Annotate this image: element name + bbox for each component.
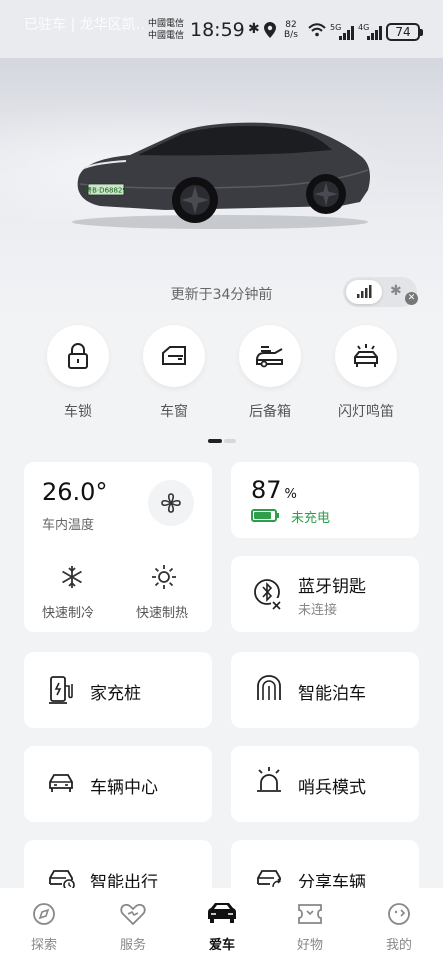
sun-icon [152, 565, 176, 589]
window-icon [162, 346, 186, 365]
bluetooth-icon: ✱ [248, 21, 260, 37]
charging-status: 未充电 [291, 511, 331, 526]
quick-cool-button[interactable] [59, 564, 85, 594]
quick-action-window[interactable]: 车窗 [134, 325, 214, 421]
tab-service[interactable]: 服务 [103, 900, 163, 953]
quick-heat-label: 快速制热 [136, 606, 189, 621]
wifi-icon [308, 23, 326, 37]
feature-sentry-mode[interactable]: 哨兵模式 [231, 746, 419, 822]
bluetooth-disconnected-icon: ✕ [405, 292, 418, 305]
smart-parking-icon [257, 675, 281, 700]
explore-icon [33, 903, 55, 925]
signal-strength-2-icon [367, 26, 382, 40]
signal-icon [357, 285, 372, 298]
pager-dot [224, 439, 236, 443]
snowflake-icon [62, 566, 82, 588]
vehicle-center-icon [49, 774, 73, 792]
trunk-icon [256, 346, 283, 368]
service-icon [120, 903, 146, 926]
profile-icon [388, 903, 410, 925]
phone-battery: 74 [386, 23, 423, 41]
quick-actions: 车锁 车窗 后备箱 闪灯鸣笛 [0, 325, 443, 445]
tab-my-car[interactable]: 爱车 [192, 900, 252, 953]
vehicle-image[interactable]: 粤B·D68829 [70, 110, 375, 230]
battery-level-fill [254, 512, 271, 519]
cellular-option[interactable] [346, 280, 382, 304]
feature-home-charger[interactable]: 家充桩 [24, 652, 212, 728]
bluetooth-key-icon [254, 579, 283, 610]
home-charger-icon [49, 676, 73, 704]
status-time: 18:59 [190, 19, 245, 41]
tab-profile[interactable]: 我的 [369, 900, 429, 953]
flash-horn-icon [354, 344, 378, 367]
status-bar: 已驻车 | 龙华区凯… 中國電信 中國電信 18:59 ✱ 82 B/s 5G … [0, 0, 443, 62]
quick-action-lock[interactable]: 车锁 [38, 325, 118, 421]
battery-card[interactable]: 87% 未充电 [231, 462, 419, 538]
feature-smart-parking[interactable]: 智能泊车 [231, 652, 419, 728]
quick-action-flash-horn[interactable]: 闪灯鸣笛 [326, 325, 406, 421]
battery-percent: 87% [251, 476, 297, 504]
bluetooth-key-card[interactable]: 蓝牙钥匙 未连接 [231, 556, 419, 632]
quick-action-trunk[interactable]: 后备箱 [230, 325, 310, 421]
carrier-labels: 中國電信 中國電信 [148, 19, 185, 41]
cabin-temperature-label: 车内温度 [42, 518, 95, 533]
sentry-mode-icon [257, 767, 281, 792]
network-speed: 82 B/s [284, 20, 298, 40]
feature-vehicle-center[interactable]: 车辆中心 [24, 746, 212, 822]
quick-actions-pager [208, 439, 236, 443]
shop-icon [298, 904, 322, 924]
license-plate: 粤B·D68829 [85, 186, 127, 195]
pager-dot-active [208, 439, 222, 443]
battery-level-icon [251, 509, 279, 522]
bottom-tab-bar: 探索 服务 爱车 好物 我的 [0, 888, 443, 960]
bluetooth-key-status: 未连接 [298, 603, 338, 618]
climate-toggle-button[interactable] [148, 480, 194, 526]
tab-shop[interactable]: 好物 [280, 900, 340, 953]
quick-cool-label: 快速制冷 [42, 606, 95, 621]
cabin-temperature: 26.0° [42, 478, 108, 506]
parking-location-text: 已驻车 | 龙华区凯… [24, 17, 144, 33]
bluetooth-option-icon[interactable]: ✱ [390, 283, 402, 299]
connection-mode-toggle[interactable]: ✱ ✕ [343, 277, 418, 307]
tab-explore[interactable]: 探索 [14, 900, 74, 953]
fan-icon [161, 493, 181, 513]
location-icon [264, 22, 276, 38]
car-icon [208, 903, 236, 923]
bluetooth-key-title: 蓝牙钥匙 [298, 577, 366, 597]
quick-heat-button[interactable] [151, 564, 177, 594]
climate-card[interactable]: 26.0° 车内温度 快速制冷 快速制热 [24, 462, 212, 632]
signal-strength-1-icon [339, 26, 354, 40]
lock-icon [68, 342, 88, 369]
